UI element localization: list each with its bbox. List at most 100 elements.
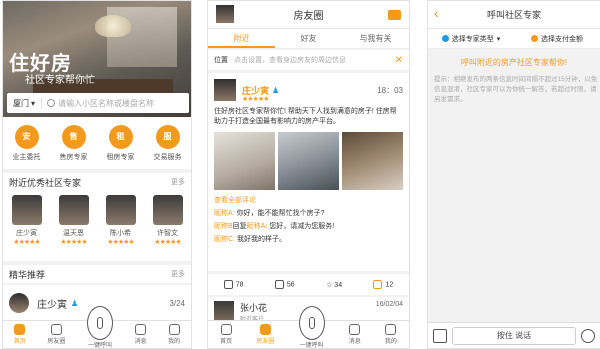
hero-banner: 住好房 社区专家帮你忙 厦门 ▾ 请输入小区名称或楼盘名称 [3,1,191,123]
post-photo[interactable] [214,132,275,190]
rating-stars: ★★★★★ [60,239,87,246]
tab-label: 房友圈 [47,339,66,345]
circle-icon [50,324,62,335]
more-link[interactable]: 更多 [171,177,185,187]
emoji-icon[interactable] [581,328,595,343]
post-actions: 78 56 ☆ 34 12 [208,273,409,295]
hold-to-talk-button[interactable]: 按住 说话 [452,326,576,345]
comment-text: 我好我的样子。 [235,236,286,243]
tab-nearby[interactable]: 附近 [208,29,275,48]
expert-card[interactable]: 陈小希 ★★★★★ [100,191,142,261]
post-text: 住好房社区专家帮你忙! 帮助天下人找到满意的房子! 住房帮助力于打造全国最有影响… [214,108,397,125]
tab-call[interactable]: 一键呼叫 [86,306,113,348]
expert-name: 温天恩 [63,230,84,237]
tab-profile[interactable]: 我的 [168,324,180,345]
tab-circle[interactable]: 房友圈 [47,324,65,345]
circle-icon [259,324,271,335]
avatar[interactable] [214,79,236,101]
expert-card[interactable]: 许智文 ★★★★★ [147,191,189,261]
nearby-experts-header: 附近优秀社区专家 更多 [3,173,191,191]
call-tip: 提示：相继发布的两条信息时间间隔不超过15分钟，以免信息混淆，社区专家可以为你统… [434,76,598,103]
view-all-comments[interactable]: 查看全部评论 [214,195,403,205]
post-card: 庄少寅 ♟ 18：03 ★★★★★ 住好房社区专家帮你忙! 帮助天下人找到满意的… [208,73,409,271]
location-row[interactable]: 位置 点击设置，查看身边房友的周边信息 ✕ [208,50,409,70]
comment-user[interactable]: 昵称C: [214,236,235,243]
section-title: 附近优秀社区专家 [9,177,82,188]
featured-name: 庄少寅 [37,299,67,311]
microphone-icon [298,306,325,340]
tab-messages[interactable]: 消息 [349,324,361,345]
entrust-icon: 安 [14,124,39,149]
back-arrow-icon[interactable]: ‹ [434,5,439,21]
call-cta: 呼叫附近的房产社区专家帮你! [460,58,568,67]
expert-type-select[interactable]: 选择专家类型 ▾ [428,34,514,44]
tab-profile[interactable]: 我的 [385,324,397,345]
sale-icon: 售 [61,124,86,149]
call-filters: 选择专家类型 ▾ 选择支付金额 [428,29,600,49]
comment-user[interactable]: 昵称B [214,223,233,230]
keyboard-icon[interactable] [433,328,447,343]
tab-label: 我的 [384,339,397,345]
service-rent-expert[interactable]: 租 租房专家 [106,124,135,162]
call-expert-screen: ‹ 呼叫社区专家 选择专家类型 ▾ 选择支付金额 呼叫附近的房产社区专家帮你! … [427,0,600,349]
city-selector[interactable]: 厦门 ▾ [7,97,43,109]
search-bar[interactable]: 厦门 ▾ 请输入小区名称或楼盘名称 [7,93,189,113]
camera-icon[interactable] [388,10,401,20]
comment-user[interactable]: 昵称A: [247,223,268,230]
hero-subtitle: 社区专家帮你忙 [25,75,95,86]
profile-icon [385,324,397,335]
expert-card[interactable]: 温天恩 ★★★★★ [53,191,95,261]
service-transaction[interactable]: 服 交易服务 [153,124,182,162]
comment-button[interactable]: 12 [373,280,393,289]
expert-name: 许智文 [157,230,178,237]
avatar [9,293,29,313]
post-photo[interactable] [342,132,403,190]
service-label: 交易服务 [153,153,182,161]
expert-avatar [11,195,42,225]
expert-card[interactable]: 庄少寅 ★★★★★ [6,191,48,261]
share-button[interactable]: 56 [274,280,295,289]
tab-home[interactable]: 首页 [14,324,26,345]
tab-call[interactable]: 一键呼叫 [298,306,325,348]
favorite-button[interactable]: ☆ 34 [326,281,342,289]
home-icon [220,324,232,335]
verified-icon: ♟ [71,298,79,308]
page-title: 呼叫社区专家 [486,10,541,20]
expert-avatar [58,195,89,225]
service-owner-entrust[interactable]: 安 业主委托 [13,124,41,162]
reply-word: 回复 [232,223,247,230]
circle-header: 房友圈 [208,1,409,29]
my-avatar[interactable] [216,5,234,23]
tab-home[interactable]: 首页 [220,324,232,345]
service-label: 租房专家 [106,153,135,161]
comment-user[interactable]: 昵称A: [214,210,235,217]
tab-label: 消息 [134,339,147,345]
share-count: 56 [286,281,295,289]
post-author[interactable]: 张小花 [240,301,267,314]
tab-circle[interactable]: 房友圈 [256,324,274,345]
more-link[interactable]: 更多 [171,269,185,279]
location-hint: 点击设置，查看身边房友的周边信息 [234,57,346,64]
verified-icon: ♟ [272,85,280,95]
close-icon[interactable]: ✕ [395,55,403,66]
like-button[interactable]: 78 [223,280,243,289]
service-icon: 服 [155,124,180,149]
service-sale-expert[interactable]: 售 售房专家 [60,124,88,162]
post-photo[interactable] [278,132,339,190]
search-input[interactable]: 请输入小区名称或楼盘名称 [58,98,154,109]
select-label: 选择支付金额 [541,35,583,43]
tab-label: 房友圈 [256,339,275,345]
payment-amount-select[interactable]: 选择支付金额 [514,34,600,44]
chevron-down-icon: ▾ [496,35,501,43]
city-label: 厦门 [13,98,29,108]
circle-screen: 房友圈 附近 好友 与我有关 位置 点击设置，查看身边房友的周边信息 ✕ 庄少寅… [207,0,410,349]
tab-messages[interactable]: 消息 [135,324,147,345]
avatar[interactable] [214,301,234,321]
tab-friends[interactable]: 好友 [275,29,342,48]
thumbs-up-icon [223,280,233,289]
rating-stars: ★★★★★ [154,239,181,246]
microphone-icon [86,306,113,340]
bottom-tabbar: 首页 房友圈 一键呼叫 消息 我的 [208,306,409,348]
section-title: 精华推荐 [9,269,46,280]
tab-related[interactable]: 与我有关 [342,29,409,48]
